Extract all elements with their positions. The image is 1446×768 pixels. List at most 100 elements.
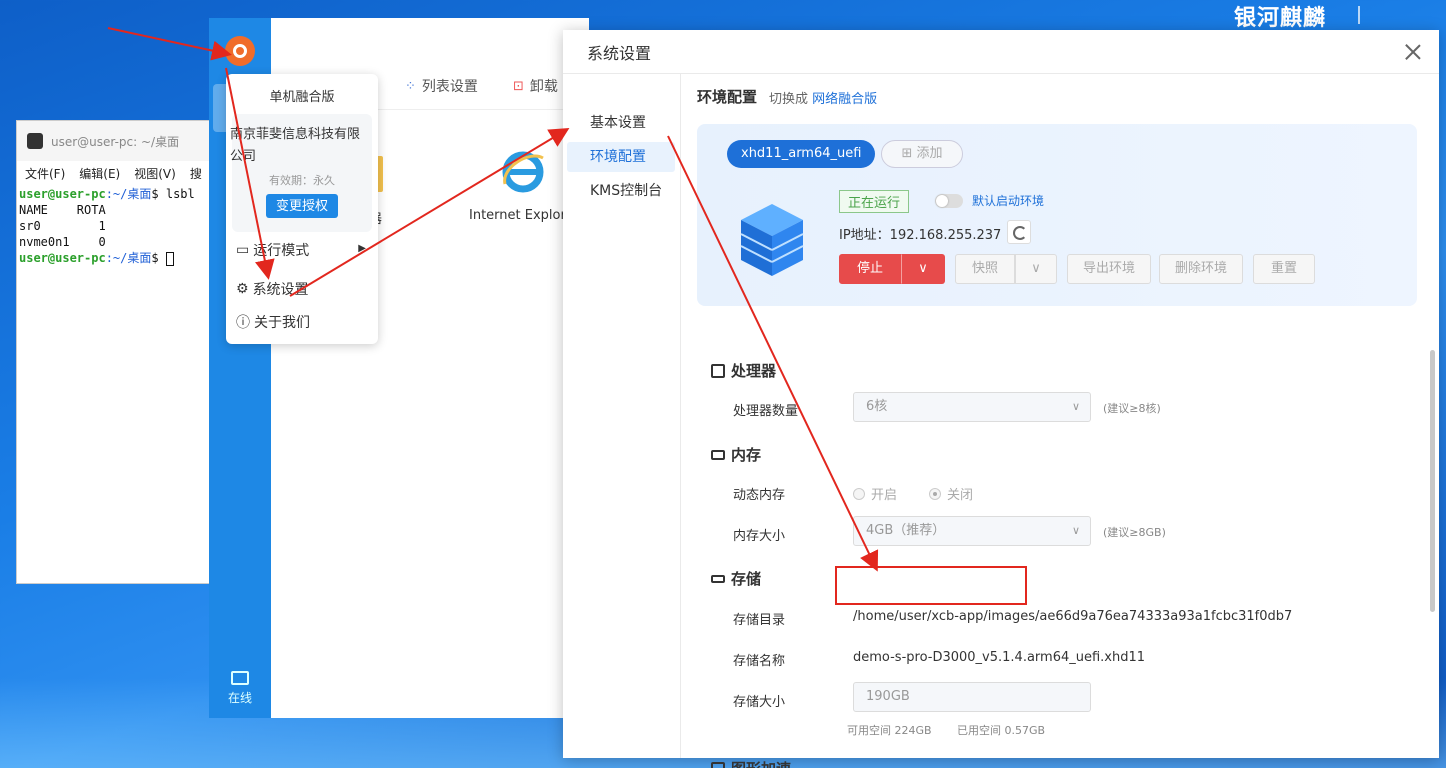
nav-kms-console[interactable]: KMS控制台 [567,176,675,206]
menu-item-system-settings[interactable]: ⚙ 系统设置 [236,279,309,299]
storage-name-value: demo-s-pro-D3000_v5.1.4.arm64_uefi.xhd11 [853,650,1146,665]
server-icon [740,204,804,276]
cpu-count-value: 6核 [866,399,888,414]
menu-view[interactable]: 视图(V) [134,165,176,182]
online-status[interactable]: 在线 [209,671,271,706]
graphics-title: 图形加速 [731,758,791,768]
text-cursor [165,251,174,266]
graphics-section-title: 图形加速 [711,758,791,768]
prompt-user: user@user-pc [19,187,106,201]
output-line: sr0 1 [19,219,106,233]
edition-switch: 切换成 网络融合版 [769,88,877,107]
cpu-hint: (建议≥8核) [1103,402,1161,415]
menu-item-run-mode[interactable]: ▭ 运行模式 [236,240,309,260]
default-boot-label: 默认启动环境 [972,194,1045,208]
change-license-button[interactable]: 变更授权 [266,194,338,218]
terminal-titlebar[interactable]: user@user-pc: ~/桌面 [17,121,215,161]
cpu-title: 处理器 [731,362,777,380]
delete-environment-button[interactable]: 删除环境 [1159,254,1243,284]
menu-file[interactable]: 文件(F) [25,165,65,182]
ip-address: IP地址：192.168.255.237 [839,228,1002,243]
radio-icon [853,487,865,500]
brand-logo: 银河麒麟 [1233,6,1326,31]
uninstall-button[interactable]: ⊡ 卸载 [513,76,558,96]
settings-content: 环境配置 切换成 网络融合版 xhd11_arm64_uefi ⊞ 添加 正在运… [681,74,1439,768]
dynamic-memory-label: 动态内存 [733,488,786,503]
chevron-down-icon: ∨ [918,261,928,276]
snapshot-button[interactable]: 快照 [955,254,1015,284]
output-line: NAME ROTA [19,203,106,217]
snapshot-dropdown-button[interactable]: ∨ [1015,254,1057,284]
highlight-box [835,566,1027,605]
list-settings-label: 列表设置 [421,79,478,95]
cpu-count-select[interactable]: 6核 ∨ [853,392,1091,422]
section-heading: 环境配置 [697,88,758,106]
list-settings-button[interactable]: ⁘ 列表设置 [405,76,478,96]
system-settings-label: 系统设置 [252,282,309,298]
plus-icon: ⊞ [901,146,913,161]
graphics-icon [711,761,725,768]
menu-item-about[interactable]: ⓘ 关于我们 [236,312,310,332]
settings-dialog: 系统设置 基本设置 环境配置 KMS控制台 环境配置 切换成 网络融合版 xhd… [563,30,1439,768]
nav-basic-settings[interactable]: 基本设置 [567,108,675,138]
monitor-icon: ▭ [236,242,250,258]
storage-icon [711,574,725,583]
radio-icon [929,487,941,500]
close-icon[interactable] [1403,42,1423,62]
status-badge: 正在运行 [839,190,910,213]
storage-size-value: 190GB [866,689,910,704]
reset-button[interactable]: 重置 [1253,254,1315,284]
info-icon: ⓘ [236,315,250,331]
memory-size-value: 4GB（推荐） [866,523,946,538]
stop-dropdown-button[interactable]: ∨ [901,254,945,284]
dialog-title: 系统设置 [587,43,652,63]
storage-size-label: 存储大小 [733,695,786,710]
export-environment-button[interactable]: 导出环境 [1067,254,1151,284]
edition-title: 单机融合版 [269,90,335,105]
uninstall-icon: ⊡ [513,78,524,94]
menu-edit[interactable]: 编辑(E) [79,165,120,182]
refresh-icon[interactable] [1007,220,1031,244]
cpu-count-label: 处理器数量 [733,404,799,419]
internet-explorer-icon[interactable] [499,148,547,196]
settings-nav: 基本设置 环境配置 KMS控制台 [563,74,681,758]
memory-hint: (建议≥8GB) [1103,526,1166,539]
add-environment-button[interactable]: ⊞ 添加 [881,140,963,168]
grid-icon: ⁘ [405,78,416,94]
terminal-icon [27,133,43,149]
memory-size-label: 内存大小 [733,529,786,544]
dynamic-memory-off-radio[interactable]: 关闭 [929,484,973,503]
dialog-header: 系统设置 [563,30,1439,74]
brand-divider [1358,6,1360,24]
memory-size-select[interactable]: 4GB（推荐） ∨ [853,516,1091,546]
prompt-end: $ [151,251,159,265]
stop-button[interactable]: 停止 [839,254,901,284]
used-space: 已用空间 0.57GB [957,724,1046,737]
company-name: 南京菲斐信息科技有限公司 [230,127,361,164]
uninstall-label: 卸载 [529,79,558,95]
memory-icon [711,449,725,460]
app-logo-icon[interactable] [225,36,255,66]
storage-name-label: 存储名称 [733,654,786,669]
cpu-section-title: 处理器 [711,360,776,381]
available-space: 可用空间 224GB [847,724,932,737]
dynamic-memory-on-radio[interactable]: 开启 [853,484,897,503]
about-label: 关于我们 [254,315,310,331]
submenu-arrow-icon: ▶ [358,243,366,254]
monitor-icon [231,671,249,685]
storage-title: 存储 [731,570,762,588]
storage-size-input[interactable]: 190GB [853,682,1091,712]
scrollbar[interactable] [1430,350,1435,612]
nav-environment-config[interactable]: 环境配置 [567,142,675,172]
menu-search[interactable]: 搜 [190,165,202,182]
terminal-output[interactable]: user@user-pc:~/桌面$ lsbl NAME ROTA sr0 1 … [17,186,215,266]
switch-network-edition-link[interactable]: 网络融合版 [812,92,877,107]
online-label: 在线 [227,691,252,705]
app-popup-menu: 单机融合版 南京菲斐信息科技有限公司 有效期：永久 变更授权 ▭ 运行模式 ▶ … [226,74,378,344]
internet-explorer-label: Internet Explore [469,208,574,223]
default-boot-toggle[interactable] [935,194,963,208]
terminal-window[interactable]: user@user-pc: ~/桌面 文件(F) 编辑(E) 视图(V) 搜 u… [16,120,216,584]
prompt-path: :~/桌面 [105,187,152,201]
chevron-down-icon: ∨ [1031,261,1041,276]
environment-tab[interactable]: xhd11_arm64_uefi [727,140,876,168]
